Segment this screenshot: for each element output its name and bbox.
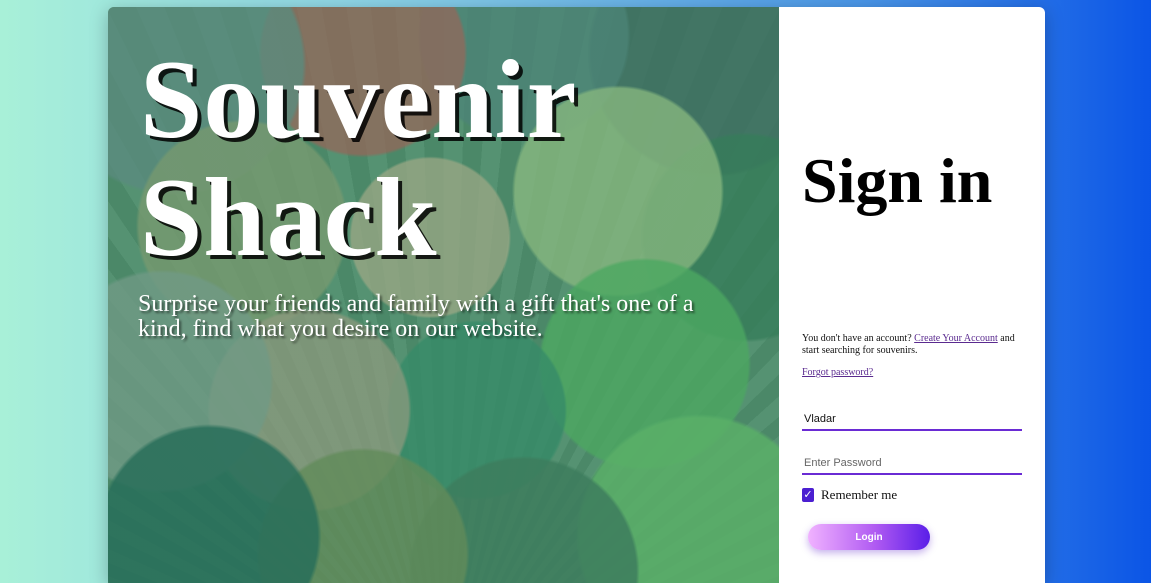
forgot-password-link[interactable]: Forgot password? bbox=[802, 367, 873, 379]
login-card: Souvenir Shack Surprise your friends and… bbox=[108, 7, 1045, 583]
password-input[interactable] bbox=[802, 453, 1022, 475]
brand-line-1: Souvenir bbox=[140, 38, 578, 162]
remember-me[interactable]: ✓ Remember me bbox=[802, 487, 897, 503]
remember-checkbox[interactable]: ✓ bbox=[802, 488, 814, 502]
account-prompt-text: You don't have an account? bbox=[802, 333, 912, 344]
username-input[interactable] bbox=[802, 409, 1022, 431]
tagline: Surprise your friends and family with a … bbox=[138, 291, 694, 342]
check-icon: ✓ bbox=[803, 488, 813, 501]
login-button[interactable]: Login bbox=[808, 524, 930, 550]
hero-banner: Souvenir Shack Surprise your friends and… bbox=[108, 7, 779, 583]
create-account-link[interactable]: Create Your Account bbox=[914, 333, 998, 344]
remember-label: Remember me bbox=[821, 487, 898, 502]
brand-line-2: Shack bbox=[140, 156, 438, 280]
account-prompt: You don't have an account? Create Your A… bbox=[802, 333, 1027, 357]
signin-title: Sign in bbox=[802, 145, 993, 216]
signin-panel: Sign in You don't have an account? Creat… bbox=[779, 7, 1045, 583]
brand-title: Souvenir Shack bbox=[140, 41, 577, 277]
